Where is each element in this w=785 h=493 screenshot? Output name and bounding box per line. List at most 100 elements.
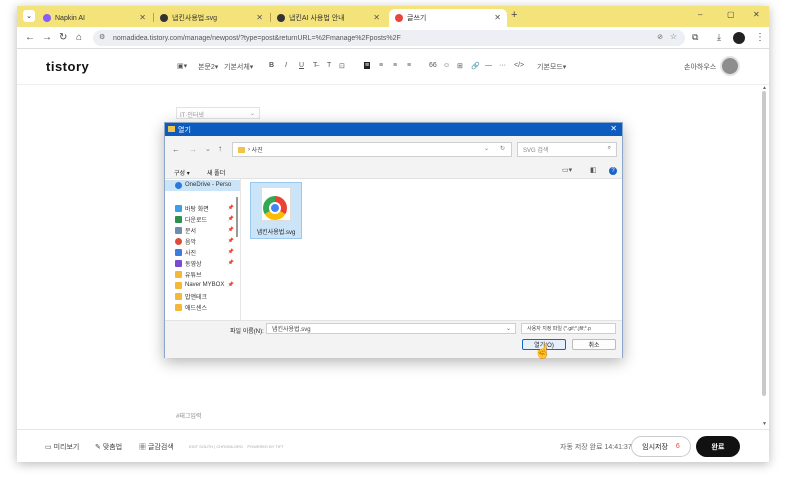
bold-icon[interactable]: B [269, 62, 274, 69]
tab-guide[interactable]: 냅킨AI 사용법 안내 ✕ [271, 9, 386, 27]
tab-svg-file[interactable]: 냅킨사용법.svg ✕ [154, 9, 269, 27]
align-right-icon[interactable]: ≡ [393, 62, 397, 69]
close-window-button[interactable]: ✕ [753, 10, 760, 19]
close-tab-icon[interactable]: ✕ [494, 13, 501, 22]
tab-napkin[interactable]: Napkin AI ✕ [37, 9, 152, 27]
new-tab-button[interactable]: + [511, 9, 517, 21]
user-avatar[interactable] [720, 56, 740, 76]
organize-menu[interactable]: 구성 ▾ [174, 168, 190, 177]
page-scrollbar[interactable] [762, 91, 766, 396]
scroll-up-icon[interactable]: ▲ [762, 85, 767, 91]
refresh-icon[interactable]: ↻ [500, 145, 505, 152]
user-name[interactable]: 손아하우스 [684, 62, 716, 72]
new-folder-button[interactable]: 새 폴더 [207, 168, 225, 177]
credits-text: EDIT SOUTH | CHROMLORG POWERED BY TIFT [189, 444, 284, 449]
underline-icon[interactable]: U [299, 62, 304, 69]
tag-input[interactable]: #태그입력 [176, 411, 201, 420]
align-justify-icon[interactable]: ≡ [407, 62, 411, 69]
more-icon[interactable]: ··· [499, 62, 506, 69]
nav-pictures[interactable]: 사진 📌 [175, 247, 237, 257]
link-icon[interactable]: 🔗 [471, 62, 480, 70]
tab-title: 냅킨AI 사용법 안내 [289, 15, 345, 22]
folder-icon [175, 270, 182, 278]
back-icon[interactable]: ← [172, 145, 180, 154]
italic-icon[interactable]: I [285, 62, 287, 69]
nav-scrollbar[interactable] [236, 197, 238, 237]
font-select[interactable]: 기본서체▾ [224, 62, 253, 72]
close-tab-icon[interactable]: ✕ [373, 13, 380, 22]
preview-pane-icon[interactable]: ◧ [590, 166, 597, 174]
recent-chevron-icon[interactable]: ⌄ [205, 145, 211, 153]
dialog-close-icon[interactable]: ✕ [610, 124, 617, 133]
picture-icon [175, 248, 182, 256]
preview-button[interactable]: ▭ 미리보기 [45, 442, 79, 452]
nav-youtube[interactable]: 유튜브 [175, 269, 237, 279]
strikethrough-icon[interactable]: T̶ [313, 62, 317, 69]
file-item[interactable]: 냅킨사용법.svg [250, 182, 302, 239]
nav-babtech[interactable]: 밥앤테크 [175, 291, 237, 301]
path-breadcrumb[interactable]: › 사진 ⌄ ↻ [232, 142, 512, 157]
back-icon[interactable]: ← [25, 32, 35, 43]
text-bg-icon[interactable]: ⊡ [339, 62, 345, 70]
nav-label: 유튜브 [185, 272, 202, 279]
image-insert-icon[interactable]: ▣▾ [177, 62, 187, 70]
view-options-icon[interactable]: ▭▾ [562, 166, 572, 174]
category-select[interactable]: IT·인터넷 ⌄ [176, 107, 260, 119]
download-icon[interactable]: ⤓ [717, 32, 721, 43]
up-arrow-icon[interactable]: ↑ [218, 144, 222, 153]
nav-documents[interactable]: 문서 📌 [175, 225, 237, 235]
nav-music[interactable]: 음악 📌 [175, 236, 237, 246]
extensions-icon[interactable]: ⧉ [692, 32, 698, 43]
help-icon[interactable]: ? [609, 167, 617, 175]
forward-icon[interactable]: → [189, 145, 197, 154]
close-tab-icon[interactable]: ✕ [139, 13, 146, 22]
nav-desktop[interactable]: 바탕 화면 📌 [175, 203, 237, 213]
spellcheck-button[interactable]: ✎ 맞춤법 [95, 442, 122, 452]
emoji-icon[interactable]: ☺ [443, 62, 450, 69]
nav-adsense[interactable]: 애드센스 [175, 302, 237, 312]
profile-avatar[interactable] [733, 32, 745, 44]
forward-icon[interactable]: → [42, 32, 52, 43]
table-icon[interactable]: ⊞ [457, 62, 463, 70]
site-info-icon[interactable]: ⚙ [99, 33, 105, 41]
nav-onedrive[interactable]: OneDrive - Perso [175, 180, 237, 190]
temp-save-count: 6 [675, 443, 680, 450]
tab-title: Napkin AI [55, 14, 85, 22]
minimize-button[interactable]: – [698, 10, 702, 19]
chevron-down-icon[interactable]: ⌄ [506, 325, 511, 332]
menu-kebab-icon[interactable]: ⋮ [755, 32, 765, 43]
nav-downloads[interactable]: 다운로드 📌 [175, 214, 237, 224]
search-content-button[interactable]: ▦ 글감검색 [139, 442, 174, 452]
eye-off-icon[interactable]: ⊘ [657, 33, 663, 41]
nav-videos[interactable]: 동영상 📌 [175, 258, 237, 268]
search-input[interactable]: SVG 검색 ⌕ [517, 142, 617, 157]
maximize-button[interactable]: ▢ [727, 10, 735, 19]
quote-icon[interactable]: 66 [429, 62, 437, 69]
nav-label: 애드센스 [185, 305, 208, 312]
code-icon[interactable]: </> [514, 62, 524, 69]
nav-label: 다운로드 [185, 217, 208, 224]
close-tab-icon[interactable]: ✕ [256, 13, 263, 22]
scroll-down-icon[interactable]: ▼ [762, 421, 767, 427]
cancel-button[interactable]: 취소 [572, 339, 616, 350]
align-left-icon[interactable]: ≡ [364, 62, 371, 69]
home-icon[interactable]: ⌂ [76, 32, 82, 43]
nav-mybox[interactable]: Naver MYBOX 📌 [175, 280, 237, 290]
text-color-icon[interactable]: T [327, 62, 331, 69]
filetype-select[interactable]: 사용자 지정 파일 (*.gif;*.jfif;*.p [521, 323, 616, 334]
chevron-down-icon[interactable]: ⌄ [484, 145, 489, 152]
mode-select[interactable]: 기본모드▾ [537, 62, 566, 72]
bookmark-star-icon[interactable]: ☆ [670, 32, 677, 41]
paragraph-style-select[interactable]: 본문2▾ [198, 62, 218, 72]
url-field[interactable]: ⚙ nomadidea.tistory.com/manage/newpost/?… [93, 30, 685, 46]
tistory-logo[interactable]: tistory [46, 59, 89, 74]
publish-button[interactable]: 완료 [696, 436, 740, 457]
align-center-icon[interactable]: ≡ [379, 62, 383, 69]
reload-icon[interactable]: ↻ [59, 32, 67, 43]
temp-save-button[interactable]: 임시저장 6 [631, 436, 691, 457]
tab-search-icon[interactable]: ⌄ [23, 10, 35, 22]
tab-write[interactable]: 글쓰기 ✕ [389, 9, 507, 27]
divider-icon[interactable]: — [485, 62, 492, 69]
filename-input[interactable]: 냅킨사용법.svg ⌄ [266, 323, 516, 334]
filename-label: 파일 이름(N): [230, 329, 264, 335]
